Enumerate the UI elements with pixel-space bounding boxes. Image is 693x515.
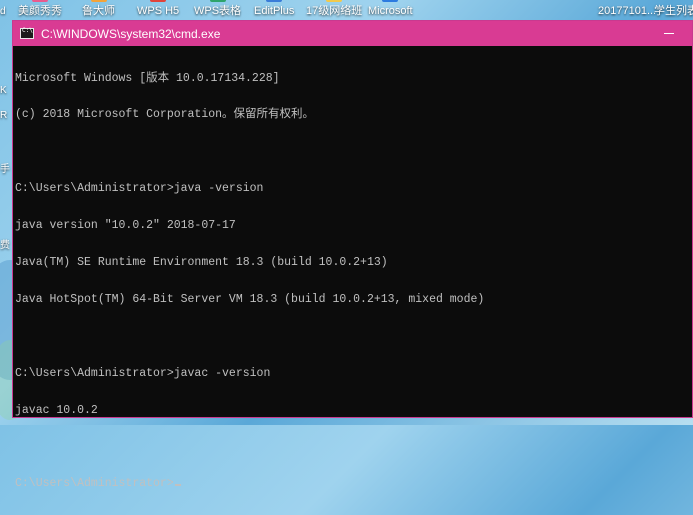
desktop-icon[interactable]: WPS表格: [194, 0, 241, 22]
console-prompt: C:\Users\Administrator>: [15, 477, 174, 491]
editplus-icon: [266, 0, 283, 2]
desktop-icon[interactable]: 美颜秀秀: [18, 0, 62, 22]
app-icon: [90, 0, 107, 2]
console-line: javac 10.0.2: [15, 403, 98, 417]
desktop-label-fragment: 手: [0, 164, 10, 175]
desktop-icon-row: 美颜秀秀 鲁大师 WPS H5 WPS表格 EditPlus 17级网络班 Mi…: [0, 0, 693, 22]
desktop-label-fragment: 费: [0, 240, 10, 251]
folder-icon: [326, 0, 343, 2]
desktop-label-fragment: R: [0, 110, 8, 121]
desktop-icon[interactable]: 17级网络班: [306, 0, 362, 22]
desktop-icon[interactable]: 学生列表: [654, 0, 693, 22]
console-line: C:\Users\Administrator>java -version: [15, 182, 264, 196]
wps-icon: [150, 0, 167, 2]
desktop-icon[interactable]: 鲁大师: [82, 0, 115, 22]
console-line: Microsoft Windows [版本 10.0.17134.228]: [15, 71, 280, 85]
desktop-icon-label: 17级网络班: [306, 5, 363, 17]
app-icon: [32, 0, 48, 2]
console-line: Java HotSpot(TM) 64-Bit Server VM 18.3 (…: [15, 292, 485, 306]
desktop-icon[interactable]: 20177101...: [598, 0, 656, 22]
desktop-icon-label: 20177101...: [598, 5, 657, 17]
minimize-button[interactable]: [646, 21, 692, 46]
desktop-icon-label: EditPlus: [254, 5, 295, 17]
desktop-icon-label: 美颜秀秀: [18, 5, 62, 17]
microsoft-icon: [382, 0, 399, 2]
desktop-icon[interactable]: Microsoft: [368, 0, 413, 22]
minimize-icon: [664, 33, 674, 34]
window-titlebar[interactable]: C:\WINDOWS\system32\cmd.exe: [13, 21, 692, 46]
desktop-icon-label: WPS表格: [194, 5, 242, 17]
text-cursor: [174, 484, 181, 487]
console-line: java version "10.0.2" 2018-07-17: [15, 219, 236, 233]
console-output[interactable]: Microsoft Windows [版本 10.0.17134.228] (c…: [13, 46, 692, 515]
console-line: (c) 2018 Microsoft Corporation。保留所有权利。: [15, 108, 315, 122]
desktop-icon-label: WPS H5: [137, 5, 180, 17]
desktop-icon-label: Microsoft: [368, 5, 413, 17]
desktop-label-fragment: d: [0, 6, 6, 17]
console-prompt-line[interactable]: C:\Users\Administrator>: [15, 478, 692, 490]
desktop-icon-label: 鲁大师: [82, 5, 115, 17]
cmd-icon: [20, 27, 34, 39]
console-line: Java(TM) SE Runtime Environment 18.3 (bu…: [15, 256, 388, 270]
desktop-icon[interactable]: WPS H5: [137, 0, 179, 22]
window-title: C:\WINDOWS\system32\cmd.exe: [41, 26, 221, 41]
desktop-icon-label: 学生列表: [654, 5, 693, 17]
cmd-window[interactable]: C:\WINDOWS\system32\cmd.exe Microsoft Wi…: [12, 20, 693, 490]
console-line: C:\Users\Administrator>javac -version: [15, 366, 271, 380]
desktop-icon[interactable]: EditPlus: [254, 0, 294, 22]
desktop-label-fragment: K: [0, 85, 7, 96]
wps-spreadsheet-icon: [209, 0, 226, 2]
